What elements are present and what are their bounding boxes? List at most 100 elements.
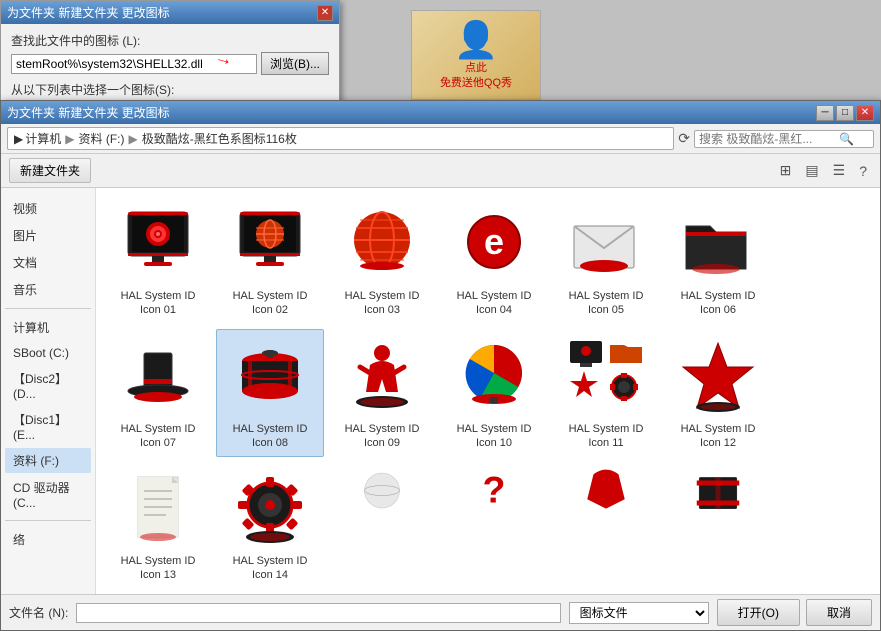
- filetype-select[interactable]: 图标文件: [569, 602, 709, 624]
- toolbar: 新建文件夹 ⊞ ▤ ☰ ?: [1, 154, 880, 188]
- icon-img-12: [677, 336, 759, 418]
- address-bar: ▶ 计算机 ▶ 资料 (F:) ▶ 极致酷炫-黑红色系图标116枚 ⟳ 🔍: [1, 124, 880, 154]
- filename-label: 文件名 (N):: [9, 604, 68, 621]
- breadcrumb-computer: 计算机: [25, 130, 61, 147]
- open-button[interactable]: 打开(O): [717, 599, 800, 626]
- icon-label-01: HAL System ID Icon 01: [109, 289, 207, 318]
- close-button[interactable]: ✕: [856, 105, 874, 121]
- icon-img-01: [117, 203, 199, 285]
- icon-img-08: [229, 336, 311, 418]
- sidebar-item-cd[interactable]: CD 驱动器 (C...: [5, 475, 91, 514]
- icon-item-02[interactable]: HAL System ID Icon 02: [216, 196, 324, 325]
- breadcrumb[interactable]: ▶ 计算机 ▶ 资料 (F:) ▶ 极致酷炫-黑红色系图标116枚: [7, 127, 674, 150]
- sidebar-divider-2: [5, 520, 91, 521]
- icon-item-06[interactable]: HAL System ID Icon 06: [664, 196, 772, 325]
- icon-img-05: [565, 203, 647, 285]
- ad-overlay: 👤 点此 免费送他QQ秀: [411, 10, 541, 100]
- new-folder-button[interactable]: 新建文件夹: [9, 158, 91, 183]
- search-label: 查找此文件中的图标 (L):: [11, 32, 329, 49]
- icon-item-16[interactable]: ? HAL System ID Icon 16: [440, 461, 548, 516]
- main-window: 为文件夹 新建文件夹 更改图标 ─ □ ✕ ▶ 计算机 ▶ 资料 (F:) ▶ …: [0, 100, 881, 631]
- icon-label-09: HAL System ID Icon 09: [333, 422, 431, 451]
- icon-item-09[interactable]: HAL System ID Icon 09: [328, 329, 436, 458]
- icon-item-01[interactable]: HAL System ID Icon 01: [104, 196, 212, 325]
- icon-item-10[interactable]: HAL System ID Icon 10: [440, 329, 548, 458]
- icon-item-07[interactable]: HAL System ID Icon 07: [104, 329, 212, 458]
- sidebar-item-cboot[interactable]: SBoot (C:): [5, 342, 91, 364]
- svg-text:e: e: [484, 221, 504, 262]
- icon-img-04: e: [453, 203, 535, 285]
- main-titlebar: 为文件夹 新建文件夹 更改图标 ─ □ ✕: [1, 101, 880, 124]
- bg-dialog-titlebar: 为文件夹 新建文件夹 更改图标 ✕: [1, 1, 339, 24]
- minimize-button[interactable]: ─: [816, 105, 834, 121]
- icon-img-17: [565, 468, 647, 516]
- content-area: 视频 图片 文档 音乐 计算机 SBoot (C:) 【Disc2】(D... …: [1, 188, 880, 594]
- icon-label-07: HAL System ID Icon 07: [109, 422, 207, 451]
- ad-text: 点此 免费送他QQ秀: [440, 61, 512, 92]
- icon-label-02: HAL System ID Icon 02: [221, 289, 319, 318]
- icon-img-15: [341, 468, 423, 516]
- icon-img-07: [117, 336, 199, 418]
- icon-img-06: [677, 203, 759, 285]
- sidebar-item-f-drive[interactable]: 资料 (F:): [5, 448, 91, 473]
- bottom-bar: 文件名 (N): 图标文件 打开(O) 取消: [1, 594, 880, 630]
- icon-grid: HAL System ID Icon 01: [96, 188, 880, 594]
- breadcrumb-arrow: ▶: [14, 132, 23, 146]
- sidebar-item-network[interactable]: 络: [5, 527, 91, 552]
- sidebar-item-video[interactable]: 视频: [5, 196, 91, 221]
- sidebar-item-disc2[interactable]: 【Disc2】(D...: [5, 366, 91, 405]
- sidebar-item-documents[interactable]: 文档: [5, 250, 91, 275]
- search-input[interactable]: [699, 132, 839, 146]
- icon-item-08[interactable]: HAL System ID Icon 08: [216, 329, 324, 458]
- help-button[interactable]: ?: [854, 160, 872, 182]
- icon-label-14: HAL System ID Icon 14: [221, 554, 319, 583]
- icon-label-13: HAL System ID Icon 13: [109, 554, 207, 583]
- sidebar-divider-1: [5, 308, 91, 309]
- sidebar-item-disc1[interactable]: 【Disc1】(E...: [5, 407, 91, 446]
- icon-item-04[interactable]: e HAL System ID Icon 04: [440, 196, 548, 325]
- icon-item-18[interactable]: HAL System ID Icon 18: [664, 461, 772, 516]
- breadcrumb-drive: 资料 (F:): [78, 130, 124, 147]
- bg-dialog: 为文件夹 新建文件夹 更改图标 ✕ 查找此文件中的图标 (L): 浏览(B)..…: [0, 0, 340, 113]
- icon-img-16: ?: [453, 468, 535, 516]
- icon-item-17[interactable]: HAL System ID Icon 17: [552, 461, 660, 516]
- bg-dialog-title: 为文件夹 新建文件夹 更改图标: [7, 4, 170, 21]
- sidebar-item-computer[interactable]: 计算机: [5, 315, 91, 340]
- icon-img-11: [565, 336, 647, 418]
- sidebar-item-pictures[interactable]: 图片: [5, 223, 91, 248]
- icon-item-12[interactable]: HAL System ID Icon 12: [664, 329, 772, 458]
- avatar-icon: 👤: [454, 19, 499, 61]
- icon-item-11[interactable]: HAL System ID Icon 11: [552, 329, 660, 458]
- icon-item-05[interactable]: HAL System ID Icon 05: [552, 196, 660, 325]
- browse-button[interactable]: 浏览(B)...: [261, 52, 329, 75]
- filename-input[interactable]: [76, 603, 560, 623]
- icon-label-10: HAL System ID Icon 10: [445, 422, 543, 451]
- view-detail-btn[interactable]: ☰: [828, 159, 851, 182]
- icon-item-15[interactable]: HAL System ID Icon 15: [328, 461, 436, 516]
- icon-img-02: [229, 203, 311, 285]
- search-icon: 🔍: [839, 132, 854, 146]
- icon-label-04: HAL System ID Icon 04: [445, 289, 543, 318]
- svg-text:?: ?: [483, 469, 506, 511]
- sep1: ▶: [65, 132, 74, 146]
- icon-img-14: [229, 468, 311, 550]
- refresh-button[interactable]: ⟳: [678, 130, 690, 147]
- view-icon-btn[interactable]: ⊞: [775, 159, 797, 182]
- bg-dialog-close[interactable]: ✕: [317, 5, 333, 21]
- cancel-button[interactable]: 取消: [806, 599, 872, 626]
- view-list-btn[interactable]: ▤: [800, 159, 823, 182]
- icon-img-03: [341, 203, 423, 285]
- icon-item-14[interactable]: HAL System ID Icon 14: [216, 461, 324, 590]
- icon-label-12: HAL System ID Icon 12: [669, 422, 767, 451]
- search-box: 🔍: [694, 130, 874, 148]
- icon-item-13[interactable]: HAL System ID Icon 13: [104, 461, 212, 590]
- icon-item-03[interactable]: HAL System ID Icon 03: [328, 196, 436, 325]
- icon-img-13: [117, 468, 199, 550]
- icon-label-08: HAL System ID Icon 08: [221, 422, 319, 451]
- maximize-button[interactable]: □: [836, 105, 854, 121]
- icon-label-03: HAL System ID Icon 03: [333, 289, 431, 318]
- sidebar-item-music[interactable]: 音乐: [5, 277, 91, 302]
- sep2: ▶: [128, 132, 137, 146]
- icon-img-10: [453, 336, 535, 418]
- select-label: 从以下列表中选择一个图标(S):: [11, 81, 329, 98]
